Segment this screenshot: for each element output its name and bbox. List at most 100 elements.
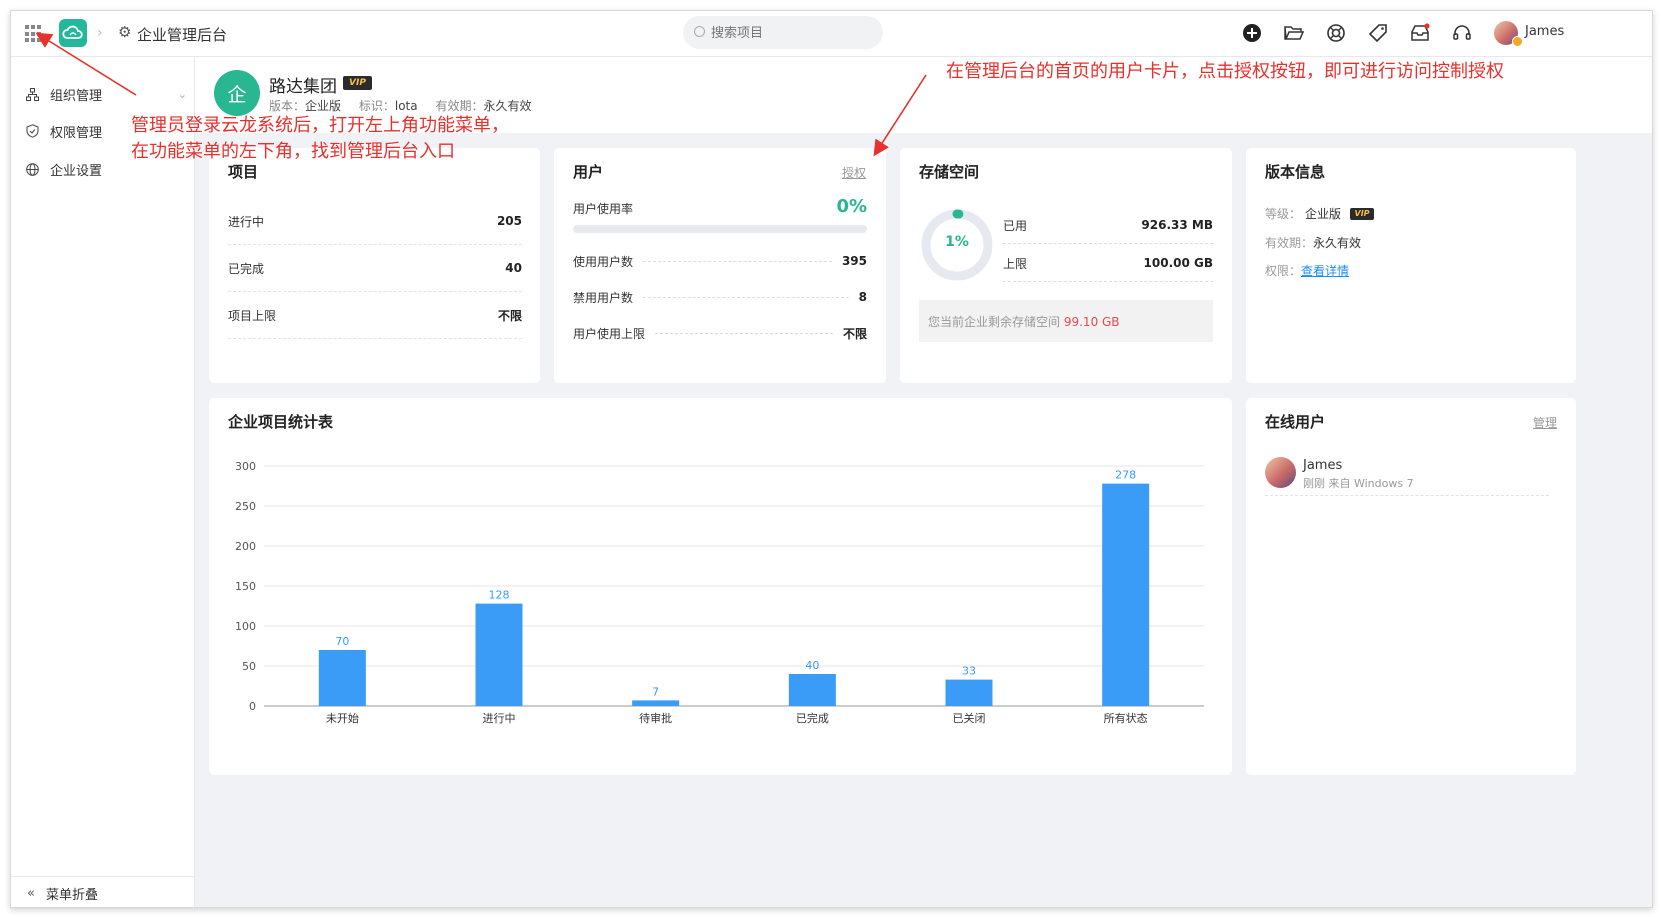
search-box[interactable] — [683, 16, 883, 49]
row-value: 205 — [496, 214, 522, 228]
permission-label: 权限： — [1265, 264, 1302, 278]
data-label: 128 — [489, 589, 510, 602]
chevron-right-icon: › — [97, 25, 103, 41]
version-card: 版本信息 等级： 企业版 VIP 有效期： 永久有效 权限： 查看详情 — [1246, 148, 1576, 383]
y-tick-label: 250 — [235, 500, 256, 513]
cloud-logo-icon[interactable] — [59, 19, 87, 47]
x-tick-label: 待审批 — [639, 711, 672, 725]
validity-value: 永久有效 — [483, 99, 532, 113]
row-label: 用户使用上限 — [573, 326, 646, 341]
row-value: 100.00 GB — [1143, 256, 1213, 270]
annotation-left: 管理员登录云龙系统后，打开左上角功能菜单， 在功能菜单的左下角，找到管理后台入口 — [131, 113, 509, 164]
id-value: lota — [394, 99, 418, 113]
level-row: 等级： 企业版 VIP — [1265, 205, 1375, 222]
list-item: 已用 926.33 MB — [1003, 207, 1213, 244]
globe-icon — [25, 162, 39, 176]
folder-open-icon[interactable] — [1283, 22, 1305, 44]
sidebar-item-org[interactable]: 组织管理 ⌄ — [25, 83, 187, 105]
x-tick-label: 未开始 — [326, 711, 359, 725]
storage-percent: 1% — [945, 234, 969, 250]
list-item: 使用用户数 395 — [573, 251, 867, 271]
view-details-link[interactable]: 查看详情 — [1301, 262, 1349, 279]
x-tick-label: 已完成 — [796, 711, 829, 725]
collapse-label: 菜单折叠 — [45, 887, 98, 903]
y-tick-label: 0 — [249, 700, 256, 713]
annotation-right: 在管理后台的首页的用户卡片，点击授权按钮，即可进行访问控制授权 — [946, 61, 1504, 82]
sidebar-item-label: 权限管理 — [50, 125, 103, 141]
tag-icon[interactable] — [1367, 22, 1389, 44]
online-user-name: James — [1303, 458, 1343, 473]
list-item: 已完成 40 — [228, 245, 522, 292]
card-title: 在线用户 — [1265, 413, 1326, 431]
level-value: 企业版 — [1305, 207, 1342, 221]
project-stats-chart: 0 50 100 150 200 250 300 70 未开始 128 进行中 7 待审批 40 已完成 33… — [235, 460, 1204, 725]
card-title: 项目 — [228, 163, 259, 181]
chart-bar — [788, 674, 836, 706]
validity-label: 有效期： — [1265, 236, 1314, 250]
chart-bar — [632, 700, 680, 706]
list-item: 进行中 205 — [228, 198, 522, 245]
row-label: 项目上限 — [228, 308, 277, 323]
data-label: 70 — [335, 635, 349, 648]
x-tick-label: 进行中 — [483, 712, 516, 725]
card-title: 存储空间 — [919, 163, 980, 181]
list-item: 项目上限 不限 — [228, 292, 522, 339]
org-chart-icon — [25, 87, 39, 101]
y-tick-label: 200 — [235, 540, 256, 553]
company-name: 路达集团 — [269, 77, 337, 97]
chart-bar — [1102, 483, 1150, 706]
row-label: 已用 — [1003, 218, 1028, 233]
sidebar: 组织管理 ⌄ 权限管理 企业设置 « 菜单折叠 — [11, 57, 195, 907]
breadcrumb-title: 企业管理后台 — [137, 26, 228, 44]
storage-card: 存储空间 1% 已用 926.33 MB 上限 100.00 GB 您当前企业剩… — [900, 148, 1232, 383]
y-tick-label: 100 — [235, 620, 256, 633]
authorize-link[interactable]: 授权 — [842, 164, 866, 181]
row-label: 上限 — [1003, 256, 1028, 271]
headset-icon[interactable] — [1451, 22, 1473, 44]
row-label: 已完成 — [228, 261, 265, 276]
annotation-left-line1: 管理员登录云龙系统后，打开左上角功能菜单， — [131, 115, 509, 136]
list-item: 禁用用户数 8 — [573, 287, 867, 307]
row-label: 进行中 — [228, 214, 265, 229]
inbox-icon[interactable] — [1409, 22, 1431, 44]
collapse-menu-button[interactable]: « 菜单折叠 — [11, 876, 195, 907]
y-tick-label: 50 — [242, 660, 256, 673]
sidebar-item-label: 企业设置 — [50, 163, 103, 179]
annotation-left-line2: 在功能菜单的左下角，找到管理后台入口 — [131, 140, 455, 162]
user-name[interactable]: James — [1525, 24, 1564, 39]
row-value: 8 — [858, 290, 867, 304]
support-ring-icon[interactable] — [1325, 22, 1347, 44]
top-bar: › ⚙ 企业管理后台 James — [11, 11, 1652, 57]
manage-link[interactable]: 管理 — [1533, 414, 1557, 431]
add-circle-icon[interactable] — [1241, 22, 1263, 44]
list-item: 用户使用上限 不限 — [573, 323, 867, 343]
apps-grid-icon[interactable] — [25, 25, 43, 43]
permission-row: 权限： 查看详情 — [1265, 262, 1349, 279]
card-title: 版本信息 — [1265, 163, 1326, 181]
double-chevron-left-icon: « — [27, 885, 35, 901]
level-label: 等级： — [1265, 207, 1302, 221]
list-item: 上限 100.00 GB — [1003, 245, 1213, 282]
data-label: 278 — [1115, 469, 1136, 482]
storage-note: 您当前企业剩余存储空间 99.10 GB — [919, 300, 1213, 342]
shield-check-icon — [25, 124, 39, 138]
search-icon — [694, 26, 705, 37]
id-label: 标识： — [358, 99, 395, 113]
y-tick-label: 150 — [235, 580, 256, 593]
note-remaining: 99.10 GB — [1063, 315, 1120, 329]
row-label: 禁用用户数 — [573, 290, 634, 305]
data-label: 33 — [962, 665, 976, 678]
validity-label: 有效期： — [435, 99, 484, 113]
x-tick-label: 已关闭 — [953, 711, 986, 725]
company-logo: 企 — [214, 70, 260, 116]
validity-value: 永久有效 — [1313, 236, 1362, 250]
row-value: 40 — [505, 261, 522, 275]
online-user-meta: 刚刚 来自 Windows 7 — [1303, 477, 1414, 490]
project-stats-card: 企业项目统计表 0 50 100 150 200 250 300 70 未开始 128 进行中 7 待审… — [209, 398, 1232, 775]
chart-bar — [475, 603, 523, 706]
list-item[interactable]: James 刚刚 来自 Windows 7 — [1265, 454, 1549, 496]
avatar — [1265, 457, 1296, 488]
search-input[interactable] — [711, 23, 871, 43]
usage-value: 0% — [836, 196, 867, 217]
x-tick-label: 所有状态 — [1104, 711, 1148, 725]
